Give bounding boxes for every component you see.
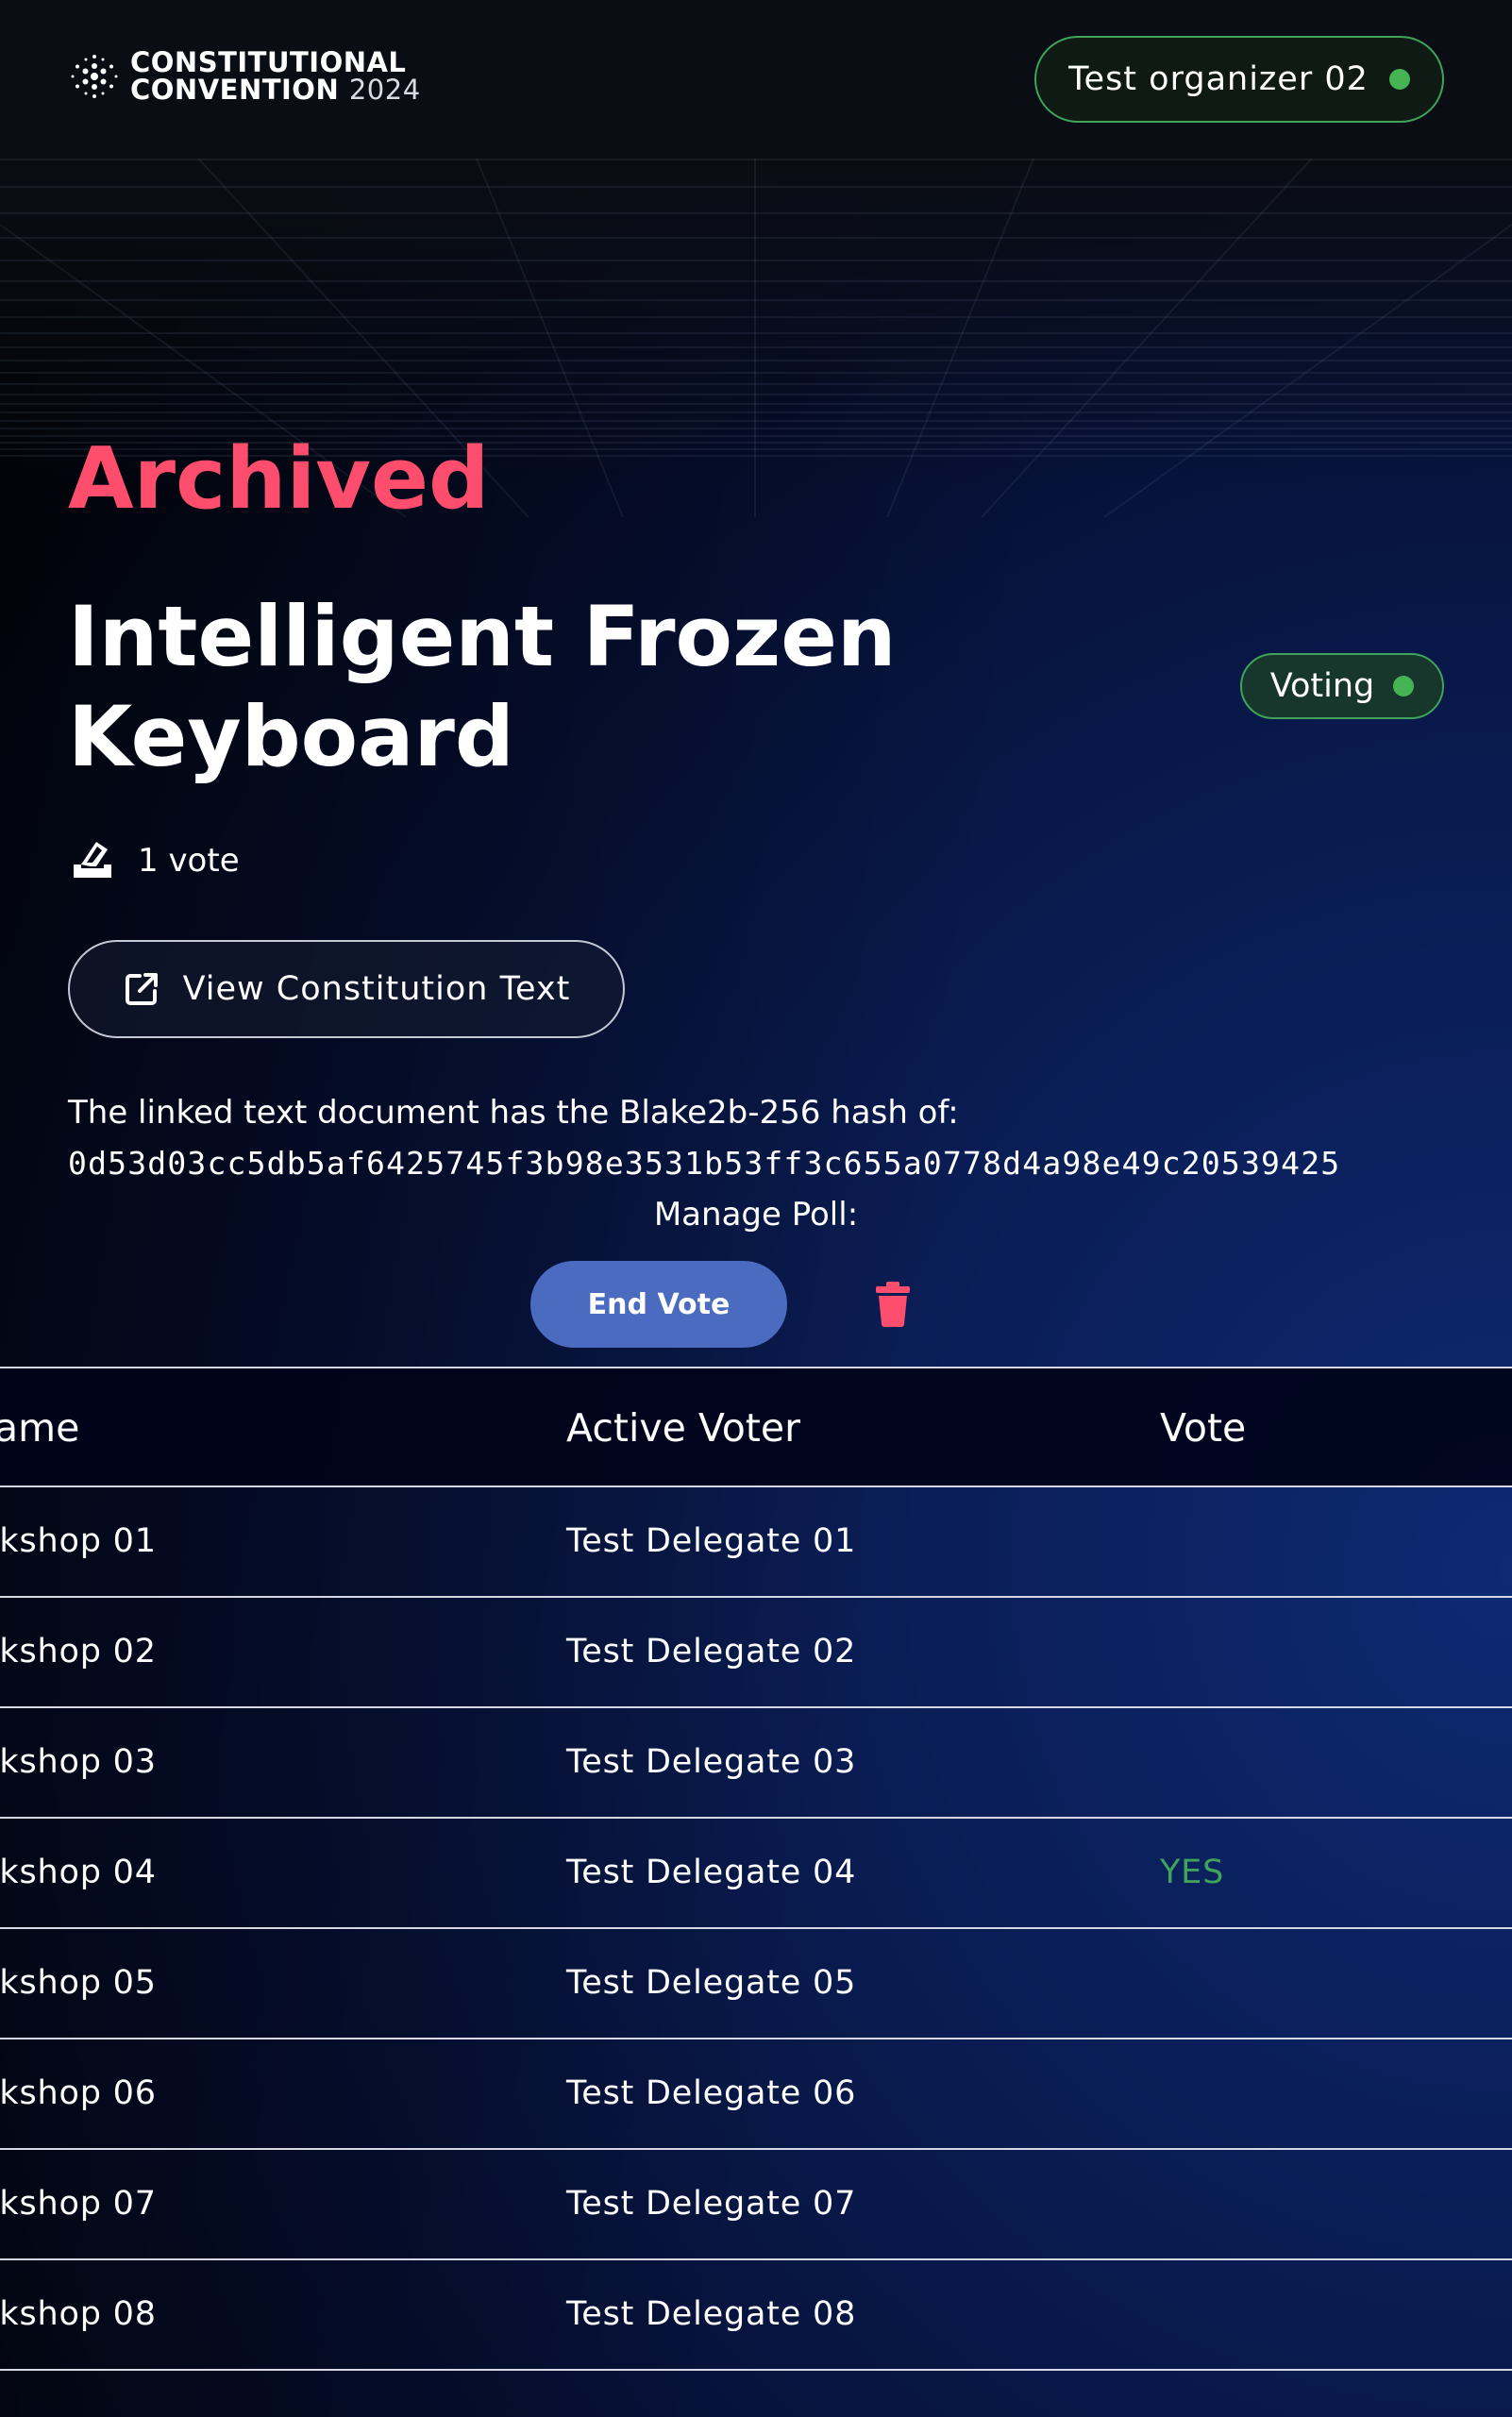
poll-status-heading: Archived <box>68 429 490 529</box>
column-header-active-voter: Active Voter <box>566 1405 800 1451</box>
table-row: orkshop 01 Test Delegate 01 <box>0 1487 1512 1598</box>
poll-phase-label: Voting <box>1269 667 1375 705</box>
active-voter-cell: Test Delegate 08 <box>566 2295 857 2333</box>
user-name: Test organizer 02 <box>1068 60 1369 98</box>
document-hash: The linked text document has the Blake2b… <box>68 1087 1446 1189</box>
active-voter-cell: Test Delegate 01 <box>566 1522 857 1560</box>
view-constitution-text-button[interactable]: View Constitution Text <box>68 940 625 1038</box>
end-vote-button[interactable]: End Vote <box>530 1261 787 1348</box>
logo-text: CONSTITUTIONAL CONVENTION 2024 <box>130 49 421 104</box>
table-row: orkshop 03 Test Delegate 03 <box>0 1708 1512 1819</box>
active-voter-cell: Test Delegate 03 <box>566 1743 857 1781</box>
vote-cell: YES <box>1160 1854 1225 1891</box>
external-link-icon <box>125 973 158 1005</box>
table-row: orkshop 07 Test Delegate 07 <box>0 2150 1512 2260</box>
workshop-name-cell: orkshop 01 <box>0 1522 157 1560</box>
workshop-name-cell: orkshop 07 <box>0 2185 157 2223</box>
online-status-dot <box>1388 69 1410 90</box>
table-header: ame Active Voter Vote <box>0 1367 1512 1487</box>
active-voter-cell: Test Delegate 05 <box>566 1964 857 2002</box>
user-menu-button[interactable]: Test organizer 02 <box>1034 36 1444 123</box>
poll-phase-badge: Voting <box>1240 653 1444 719</box>
table-row: orkshop 08 Test Delegate 08 <box>0 2260 1512 2371</box>
ballot-box-icon <box>74 842 111 878</box>
phase-status-dot <box>1393 676 1415 697</box>
logo-convention: CONVENTION <box>130 74 340 106</box>
workshop-name-cell: orkshop 04 <box>0 1854 157 1891</box>
trash-icon[interactable] <box>874 1282 912 1327</box>
active-voter-cell: Test Delegate 04 <box>566 1854 857 1891</box>
active-voter-cell: Test Delegate 02 <box>566 1633 857 1670</box>
workshop-name-cell: orkshop 03 <box>0 1743 157 1781</box>
logo-line-1: CONSTITUTIONAL <box>130 46 407 78</box>
table-row: orkshop 06 Test Delegate 06 <box>0 2039 1512 2150</box>
view-constitution-text-label: View Constitution Text <box>182 970 571 1008</box>
cardano-logo-icon <box>71 55 118 98</box>
active-voter-cell: Test Delegate 06 <box>566 2074 857 2112</box>
active-voter-cell: Test Delegate 07 <box>566 2185 857 2223</box>
hash-intro-text: The linked text document has the Blake2b… <box>68 1094 959 1132</box>
top-bar: CONSTITUTIONAL CONVENTION 2024 Test orga… <box>0 0 1512 160</box>
convention-logo[interactable]: CONSTITUTIONAL CONVENTION 2024 <box>68 49 421 104</box>
voters-table: ame Active Voter Vote orkshop 01 Test De… <box>0 1367 1512 2371</box>
vote-count: 1 vote <box>68 836 240 885</box>
workshop-name-cell: orkshop 05 <box>0 1964 157 2002</box>
poll-title: Intelligent Frozen Keyboard <box>68 588 897 785</box>
column-header-vote: Vote <box>1160 1405 1247 1451</box>
workshop-name-cell: orkshop 06 <box>0 2074 157 2112</box>
workshop-name-cell: orkshop 02 <box>0 1633 157 1670</box>
workshop-name-cell: orkshop 08 <box>0 2295 157 2333</box>
vote-count-label: 1 vote <box>138 842 240 880</box>
table-row: orkshop 05 Test Delegate 05 <box>0 1929 1512 2039</box>
logo-year: 2024 <box>348 74 421 106</box>
manage-poll-label: Manage Poll: <box>653 1196 859 1234</box>
table-row: orkshop 02 Test Delegate 02 <box>0 1598 1512 1708</box>
column-header-name: ame <box>0 1405 80 1451</box>
logo-line-2: CONVENTION 2024 <box>130 76 421 104</box>
table-row: orkshop 04 Test Delegate 04 YES <box>0 1819 1512 1929</box>
hash-value: 0d53d03cc5db5af6425745f3b98e3531b53ff3c6… <box>68 1145 1341 1182</box>
